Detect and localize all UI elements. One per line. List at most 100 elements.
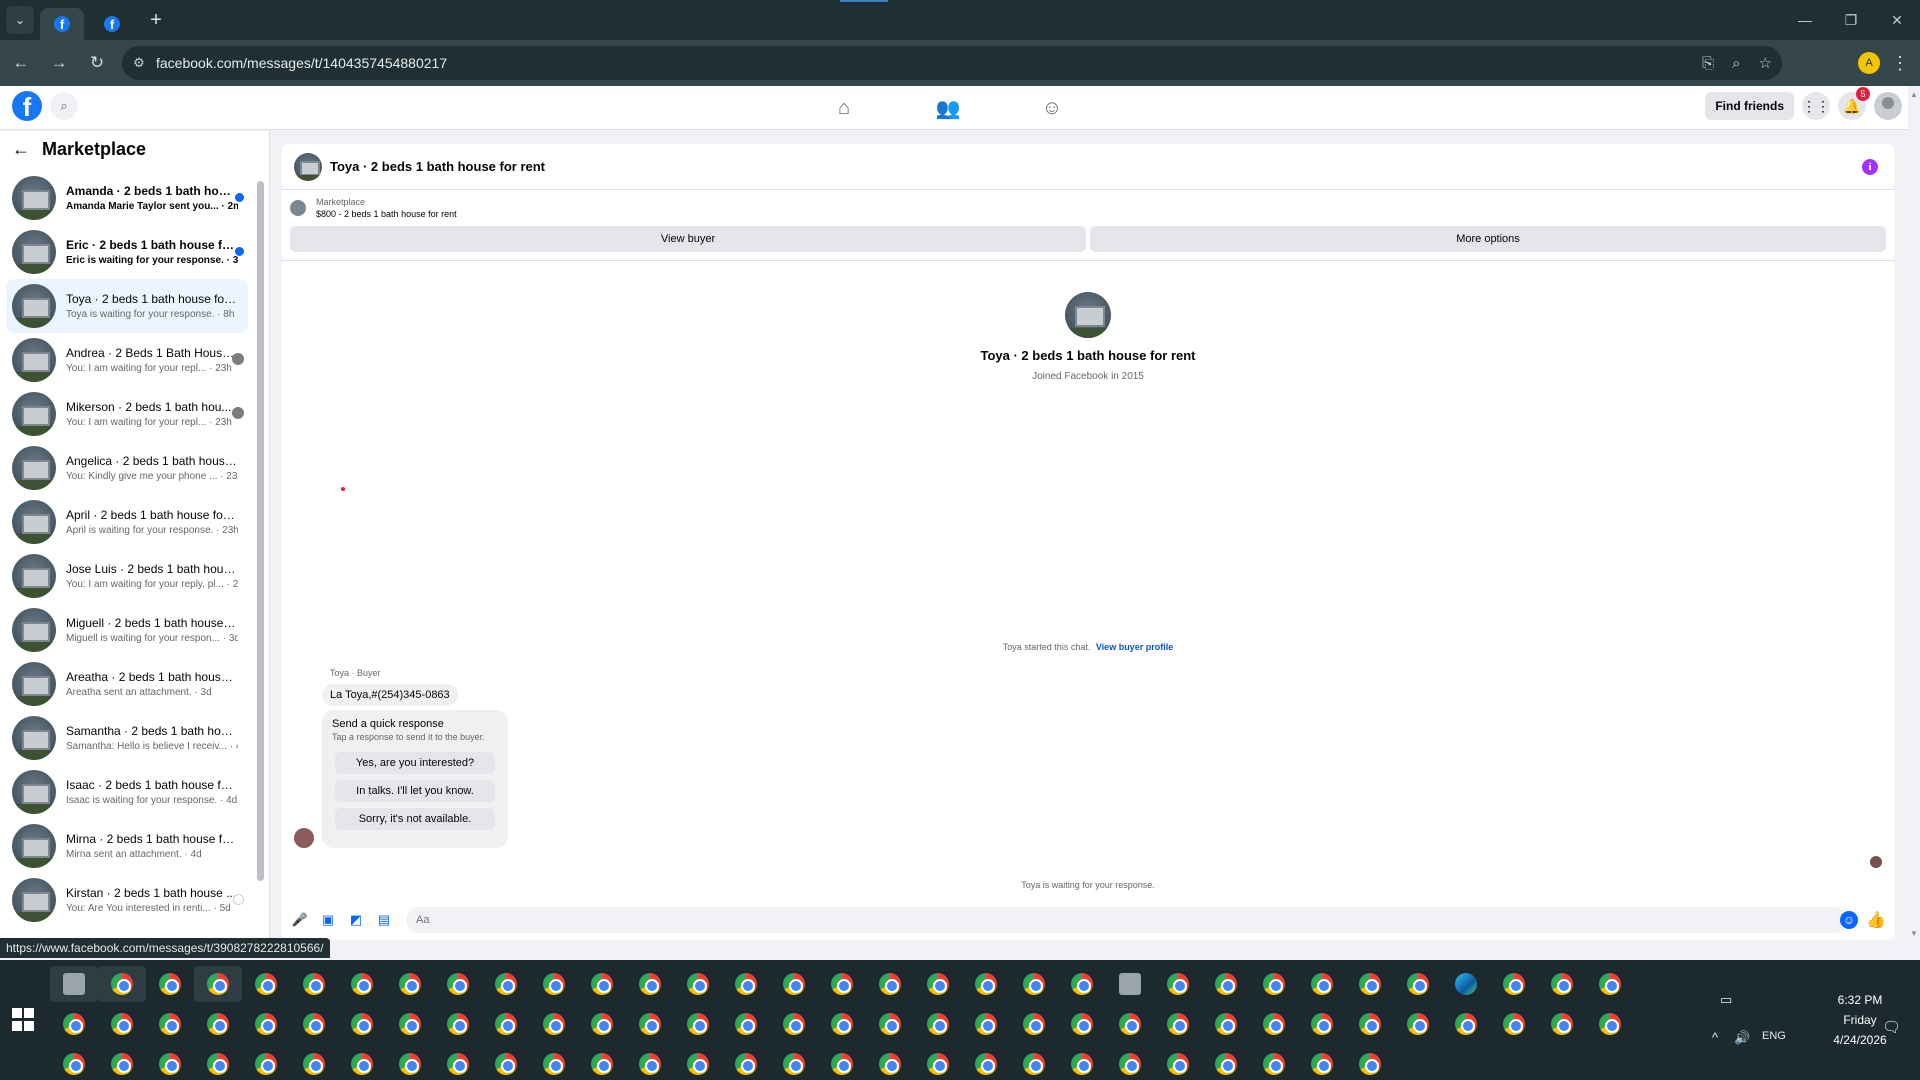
conversation-item[interactable]: April · 2 beds 1 bath house for r... Apri… [6, 495, 248, 549]
chrome-app-button[interactable] [1010, 966, 1058, 1002]
chrome-app-button[interactable] [434, 1006, 482, 1042]
chrome-app-button[interactable] [866, 1006, 914, 1042]
quick-response-interested[interactable]: Yes, are you interested? [335, 752, 495, 774]
chrome-app-button[interactable] [1538, 1006, 1586, 1042]
chrome-app-button[interactable] [482, 1006, 530, 1042]
chrome-app-button[interactable] [1490, 966, 1538, 1002]
chrome-app-button[interactable] [1202, 1046, 1250, 1080]
more-options-button[interactable]: More options [1090, 226, 1886, 252]
chrome-app-button[interactable] [626, 1046, 674, 1080]
facebook-logo-icon[interactable]: f [12, 91, 42, 121]
conversation-item[interactable]: Andrea · 2 Beds 1 Bath House... You: I am… [6, 333, 248, 387]
chrome-app-button[interactable] [530, 1046, 578, 1080]
chrome-app-button[interactable] [1298, 966, 1346, 1002]
notes-icon[interactable]: ▭ [1720, 992, 1732, 1008]
buyer-profile-avatar[interactable] [1065, 292, 1111, 338]
chrome-app-button[interactable] [338, 966, 386, 1002]
chrome-app-button[interactable] [1346, 966, 1394, 1002]
chrome-app-button[interactable] [1106, 1046, 1154, 1080]
chrome-app-button[interactable] [1250, 1006, 1298, 1042]
chrome-app-button[interactable] [1346, 1046, 1394, 1080]
search-icon[interactable]: ⌕ [50, 92, 78, 120]
chrome-app-button[interactable] [962, 966, 1010, 1002]
page-scrollbar[interactable]: ▲ ▼ [1908, 86, 1920, 940]
volume-icon[interactable]: 🔊 [1734, 1030, 1750, 1046]
browser-menu-icon[interactable]: ⋮ [1890, 53, 1910, 74]
chat-title[interactable]: Toya · 2 beds 1 bath house for rent [330, 159, 545, 174]
microphone-icon[interactable]: 🎤 [290, 910, 310, 930]
chrome-app-button[interactable] [1298, 1006, 1346, 1042]
restore-icon[interactable]: ❐ [1828, 0, 1874, 40]
chrome-app-button[interactable] [290, 1006, 338, 1042]
chrome-app-button[interactable] [722, 1006, 770, 1042]
emoji-icon[interactable]: ☺ [1840, 911, 1858, 929]
chrome-app-button[interactable] [1154, 1006, 1202, 1042]
chrome-app-button[interactable] [98, 966, 146, 1002]
chrome-app-button[interactable] [530, 1006, 578, 1042]
chrome-app-button[interactable] [1010, 1006, 1058, 1042]
chrome-app-button[interactable] [1202, 966, 1250, 1002]
conversation-item[interactable]: Miguell · 2 beds 1 bath house f... Miguel… [6, 603, 248, 657]
edge-app-button[interactable] [1442, 966, 1490, 1002]
chrome-app-button[interactable] [626, 966, 674, 1002]
marketplace-listing-bar[interactable]: Marketplace $800 - 2 beds 1 bath house f… [282, 190, 1894, 226]
chrome-app-button[interactable] [434, 1046, 482, 1080]
chrome-app-button[interactable] [482, 1046, 530, 1080]
chrome-app-button[interactable] [722, 966, 770, 1002]
message-bubble[interactable]: La Toya,#(254)345-0863 [322, 684, 458, 706]
chrome-app-button[interactable] [914, 1006, 962, 1042]
chrome-app-button[interactable] [578, 1006, 626, 1042]
conversation-item[interactable]: Areatha · 2 beds 1 bath house f... Areath… [6, 657, 248, 711]
notifications-bell-icon[interactable]: 🔔 5 [1838, 87, 1870, 120]
chrome-app-button[interactable] [1538, 966, 1586, 1002]
back-arrow-icon[interactable]: ← [4, 46, 38, 80]
chrome-app-button[interactable] [1394, 966, 1442, 1002]
friends-icon[interactable]: 👥 [924, 96, 972, 121]
chrome-app-button[interactable] [194, 966, 242, 1002]
chrome-app-button[interactable] [914, 966, 962, 1002]
info-icon[interactable]: i [1862, 159, 1878, 175]
chrome-app-button[interactable] [338, 1046, 386, 1080]
chrome-app-button[interactable] [1202, 1006, 1250, 1042]
chrome-app-button[interactable] [338, 1006, 386, 1042]
conversation-item[interactable]: Toya · 2 beds 1 bath house for r... Toya … [6, 279, 248, 333]
language-indicator[interactable]: ENG [1762, 1030, 1786, 1042]
groups-icon[interactable]: ☺ [1028, 97, 1076, 120]
chrome-app-button[interactable] [914, 1046, 962, 1080]
chrome-app-button[interactable] [866, 1046, 914, 1080]
tab-search-dropdown-icon[interactable]: ⌄ [6, 6, 34, 34]
chrome-app-button[interactable] [818, 1006, 866, 1042]
chrome-app-button[interactable] [818, 966, 866, 1002]
site-info-icon[interactable]: ⚙ [122, 55, 156, 71]
forward-arrow-icon[interactable]: → [42, 46, 76, 80]
gif-icon[interactable]: ▤ [374, 910, 394, 930]
browser-tab-facebook-2[interactable]: f [90, 8, 134, 40]
sender-avatar[interactable] [294, 828, 314, 848]
chrome-app-button[interactable] [962, 1046, 1010, 1080]
chrome-app-button[interactable] [1058, 1006, 1106, 1042]
chrome-app-button[interactable] [1442, 1006, 1490, 1042]
chrome-app-button[interactable] [1154, 1046, 1202, 1080]
browser-tab-facebook-1[interactable]: f [40, 8, 84, 40]
chrome-app-button[interactable] [242, 1046, 290, 1080]
app-button[interactable] [50, 966, 98, 1002]
chrome-app-button[interactable] [770, 1006, 818, 1042]
message-input[interactable] [406, 907, 1848, 933]
chrome-app-button[interactable] [1394, 1006, 1442, 1042]
chrome-app-button[interactable] [1298, 1046, 1346, 1080]
close-icon[interactable]: ✕ [1874, 0, 1920, 40]
zoom-icon[interactable]: ⌕ [1732, 55, 1740, 72]
sticker-icon[interactable]: ◩ [346, 910, 366, 930]
browser-profile-avatar[interactable]: A [1858, 52, 1880, 74]
chrome-app-button[interactable] [146, 1006, 194, 1042]
chrome-app-button[interactable] [50, 1006, 98, 1042]
new-tab-button[interactable]: + [144, 9, 168, 32]
chrome-app-button[interactable] [1586, 966, 1634, 1002]
chrome-app-button[interactable] [1154, 966, 1202, 1002]
conversation-item[interactable]: Kirstan · 2 beds 1 bath house ... You: Ar… [6, 873, 248, 927]
chrome-app-button[interactable] [674, 1006, 722, 1042]
chrome-app-button[interactable] [386, 1046, 434, 1080]
conversation-item[interactable]: Amanda · 2 beds 1 bath house... Amanda Ma… [6, 171, 248, 225]
chrome-app-button[interactable] [1346, 1006, 1394, 1042]
chrome-app-button[interactable] [482, 966, 530, 1002]
